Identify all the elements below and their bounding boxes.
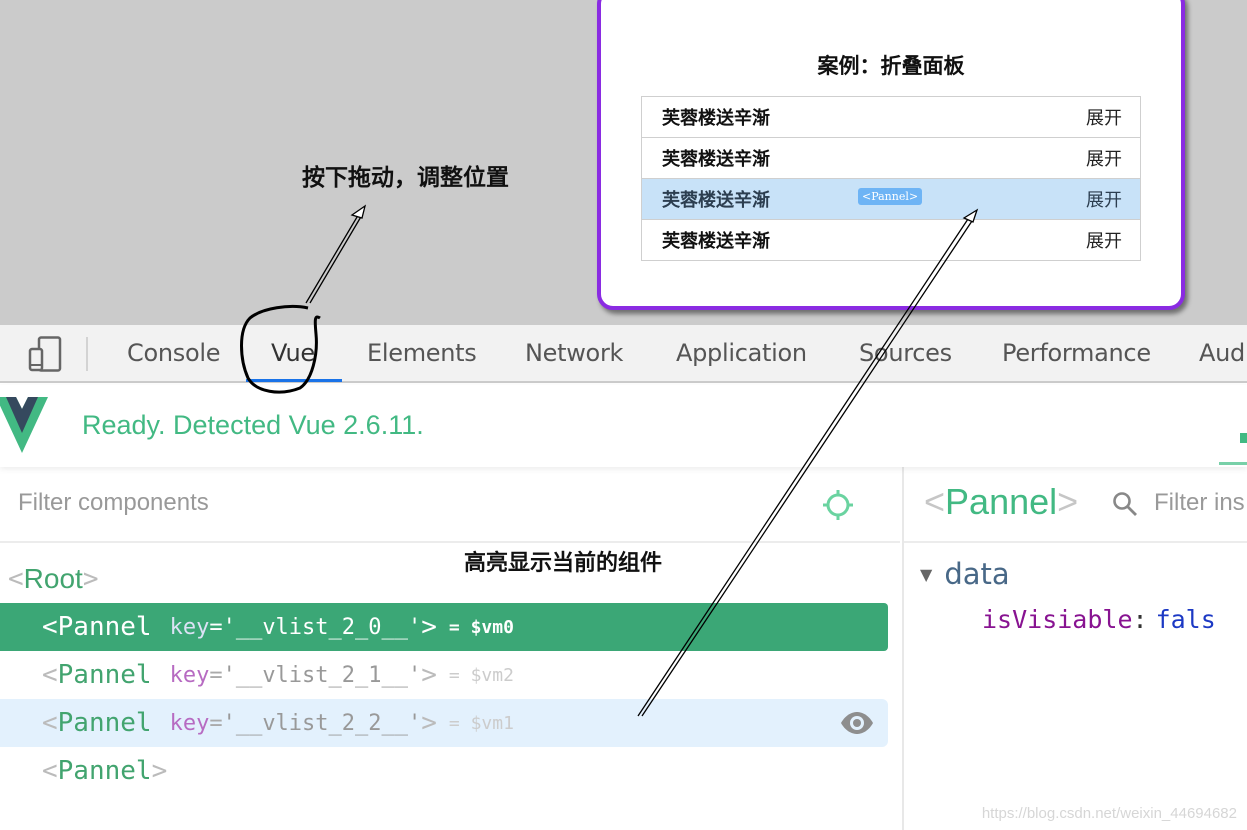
property-colon: : [1132,605,1148,634]
tag-open: < [42,660,58,690]
tag-close: > [151,756,168,786]
component-tree: < Root > < Pannel key = '__vlist_2_0__' > = $v… [0,555,888,795]
tag-close: > [1057,481,1079,522]
panel-expand-toggle[interactable]: 展开 [1086,145,1122,171]
devtools-tab-bar: Console Vue Elements Network Application… [0,325,1247,383]
collapse-triangle-icon[interactable]: ▼ [920,565,932,584]
tag-close: > [82,564,99,594]
tag-open: < [42,708,58,738]
panel-expand-toggle[interactable]: 展开 [1086,227,1122,253]
tab-sources[interactable]: Sources [859,339,952,367]
annotation-drag-hint: 按下拖动，调整位置 [302,165,509,191]
component-name: Pannel [57,756,152,786]
component-name: Pannel [57,660,152,690]
filter-inspected-data-input[interactable] [1154,489,1247,517]
vm-reference: = $vm1 [448,712,514,734]
panel-expand-toggle[interactable]: 展开 [1086,186,1122,212]
device-toolbar-icon[interactable] [28,336,62,372]
vm-reference: = $vm2 [448,664,514,686]
page-viewport: 案例：折叠面板 芙蓉楼送辛渐 展开 芙蓉楼送辛渐 展开 芙蓉楼送辛渐 <Pann… [0,0,1247,325]
inspected-component-name: <Pannel> [924,481,1078,523]
components-pane: <Root> <Pannel key='__vlist_2_0__'> = $v… [0,467,900,830]
attr-key-label: key [169,662,210,688]
tree-node-pannel-hovered[interactable]: < Pannel key = '__vlist_2_2__' > = $vm1 [0,699,888,747]
tree-node-pannel-selected[interactable]: < Pannel key = '__vlist_2_0__' > = $vm0 [0,603,888,651]
data-property-row[interactable]: isVisiable: fals [982,605,1216,634]
attr-key-label: key [169,710,210,736]
active-tab-indicator [246,379,342,382]
tab-vue[interactable]: Vue [271,339,315,367]
accordion-panel[interactable]: 芙蓉楼送辛渐 展开 [641,96,1141,138]
tree-node-pannel[interactable]: < Pannel > [0,747,888,795]
vue-devtools-header: Ready. Detected Vue 2.6.11. [0,385,1247,467]
tag-open: < [42,756,58,786]
devtools-panel: Console Vue Elements Network Application… [0,325,1247,830]
panel-title: 芙蓉楼送辛渐 [662,231,770,252]
component-name: Pannel [57,708,152,738]
tree-node-root[interactable]: < Root > [0,555,888,603]
panel-expand-toggle[interactable]: 展开 [1086,104,1122,130]
tag-open: < [42,612,58,642]
panel-title: 芙蓉楼送辛渐 [662,108,770,129]
section-title: data [944,557,1010,591]
header-nav-indicator[interactable] [1240,433,1247,443]
inspector-pane: <Pannel> ▼ data isVisiable: fals https://b… [902,467,1247,830]
component-highlight-tag: <Pannel> [858,188,923,205]
tag-close: > [421,660,437,690]
tag-open: < [8,564,24,594]
attr-key-value: '__vlist_2_0__' [222,614,422,640]
tab-audits[interactable]: Aud [1199,339,1245,367]
attr-key-value: '__vlist_2_1__' [222,662,422,688]
attr-key-value: '__vlist_2_2__' [222,710,422,736]
panel-title: 芙蓉楼送辛渐 [662,190,770,211]
tag-close: > [421,612,437,642]
property-key: isVisiable [982,605,1133,634]
tab-network[interactable]: Network [525,339,623,367]
attr-equals: = [209,662,223,688]
accordion-panel[interactable]: 芙蓉楼送辛渐 展开 [641,137,1141,179]
component-name: Pannel [945,481,1058,522]
status-text: Ready. Detected Vue 2.6.11. [82,410,424,440]
vue-logo-icon [0,397,48,453]
demo-window: 案例：折叠面板 芙蓉楼送辛渐 展开 芙蓉楼送辛渐 展开 芙蓉楼送辛渐 <Pann… [597,0,1185,310]
search-icon [1113,492,1137,516]
tab-application[interactable]: Application [676,339,807,367]
data-section-header[interactable]: ▼ data [920,557,1010,591]
accordion-panel-highlighted[interactable]: 芙蓉楼送辛渐 <Pannel> 展开 [641,178,1141,220]
tag-close: > [421,708,437,738]
tab-performance[interactable]: Performance [1002,339,1151,367]
component-name: Root [23,563,83,594]
filter-components-input[interactable] [18,489,618,517]
tag-open: < [924,481,946,522]
tab-console[interactable]: Console [127,339,220,367]
tab-separator [86,337,88,371]
property-value[interactable]: fals [1156,605,1216,634]
accordion-panel-list: 芙蓉楼送辛渐 展开 芙蓉楼送辛渐 展开 芙蓉楼送辛渐 <Pannel> 展开 芙… [641,96,1141,261]
demo-title: 案例：折叠面板 [817,54,965,78]
tree-node-pannel[interactable]: < Pannel key = '__vlist_2_1__' > = $vm2 [0,651,888,699]
component-name: Pannel [57,612,152,642]
annotation-highlight-hint: 高亮显示当前的组件 [464,551,663,576]
header-active-underline [1219,462,1247,465]
screenshot-root: 案例：折叠面板 芙蓉楼送辛渐 展开 芙蓉楼送辛渐 展开 芙蓉楼送辛渐 <Pann… [0,0,1247,830]
attr-equals: = [209,614,223,640]
inspector-header: <Pannel> [904,467,1247,543]
watermark: https://blog.csdn.net/weixin_44694682 [981,805,1237,822]
tab-elements[interactable]: Elements [367,339,477,367]
panel-title: 芙蓉楼送辛渐 [662,149,770,170]
eye-icon[interactable] [840,711,874,735]
component-filter-bar [0,467,900,543]
vm-reference: = $vm0 [448,616,514,638]
attr-equals: = [209,710,223,736]
attr-key-label: key [169,614,210,640]
select-component-target-icon[interactable] [822,489,854,521]
accordion-panel[interactable]: 芙蓉楼送辛渐 展开 [641,219,1141,261]
